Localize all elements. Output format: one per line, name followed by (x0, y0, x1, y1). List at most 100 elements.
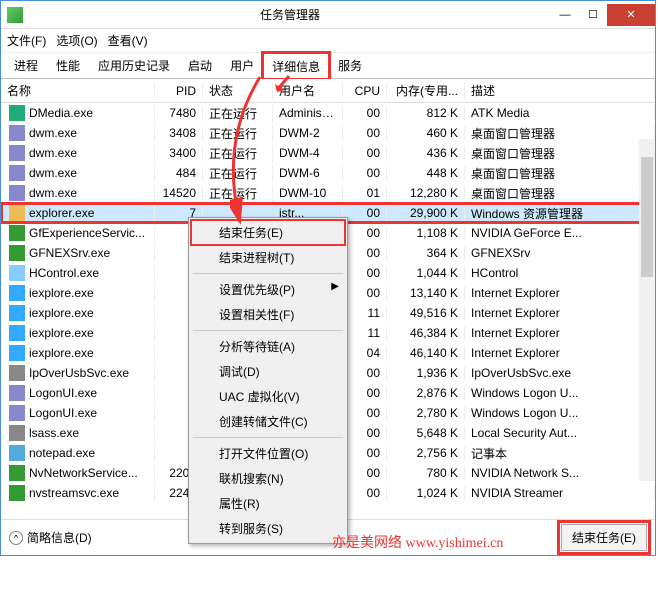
process-mem: 448 K (387, 166, 465, 180)
process-icon (9, 165, 25, 181)
process-icon (9, 345, 25, 361)
process-name: iexplore.exe (29, 286, 94, 300)
menu-view[interactable]: 查看(V) (108, 32, 148, 49)
app-icon (7, 7, 23, 23)
process-row[interactable]: dwm.exe3400正在运行DWM-400436 K桌面窗口管理器 (1, 143, 655, 163)
context-separator (193, 330, 343, 331)
process-desc: Windows Logon U... (465, 406, 655, 420)
process-desc: 记事本 (465, 445, 655, 462)
vertical-scrollbar[interactable] (639, 139, 655, 481)
context-item[interactable]: UAC 虚拟化(V) (191, 384, 345, 409)
window-title: 任务管理器 (29, 6, 551, 23)
end-task-button[interactable]: 结束任务(E) (561, 524, 647, 551)
col-status[interactable]: 状态 (203, 82, 273, 99)
col-pid[interactable]: PID (155, 84, 203, 98)
process-icon (9, 145, 25, 161)
process-mem: 29,900 K (387, 206, 465, 220)
scroll-thumb[interactable] (641, 157, 653, 277)
context-item[interactable]: 结束任务(E) (191, 220, 345, 245)
process-cpu: 00 (343, 166, 387, 180)
context-separator (193, 437, 343, 438)
process-icon (9, 305, 25, 321)
process-icon (9, 245, 25, 261)
menubar: 文件(F) 选项(O) 查看(V) (1, 29, 655, 53)
context-item[interactable]: 设置相关性(F) (191, 302, 345, 327)
close-button[interactable]: ✕ (607, 4, 655, 26)
process-mem: 436 K (387, 146, 465, 160)
context-item[interactable]: 结束进程树(T) (191, 245, 345, 270)
process-name: iexplore.exe (29, 346, 94, 360)
process-icon (9, 365, 25, 381)
process-mem: 46,384 K (387, 326, 465, 340)
tab-用户[interactable]: 用户 (221, 52, 263, 78)
watermark-text: 亦是美网络 www.yishimei.cn (332, 532, 503, 552)
process-row[interactable]: dwm.exe3408正在运行DWM-200460 K桌面窗口管理器 (1, 123, 655, 143)
process-status: 正在运行 (203, 105, 273, 122)
tab-启动[interactable]: 启动 (179, 52, 221, 78)
process-cpu: 00 (343, 246, 387, 260)
tab-性能[interactable]: 性能 (47, 52, 89, 78)
process-row[interactable]: dwm.exe14520正在运行DWM-100112,280 K桌面窗口管理器 (1, 183, 655, 203)
tab-服务[interactable]: 服务 (329, 52, 371, 78)
col-mem[interactable]: 内存(专用... (387, 82, 465, 99)
col-user[interactable]: 用户名 (273, 82, 343, 99)
process-desc: Windows Logon U... (465, 386, 655, 400)
context-item[interactable]: 转到服务(S) (191, 516, 345, 541)
tab-详细信息[interactable]: 详细信息 (263, 53, 329, 79)
col-name[interactable]: 名称 (1, 82, 155, 99)
process-icon (9, 125, 25, 141)
context-item[interactable]: 联机搜索(N) (191, 466, 345, 491)
context-item[interactable]: 打开文件位置(O) (191, 441, 345, 466)
process-icon (9, 465, 25, 481)
tab-应用历史记录[interactable]: 应用历史记录 (89, 52, 179, 78)
process-name: GfExperienceServic... (29, 226, 145, 240)
context-item[interactable]: 设置优先级(P)▶ (191, 277, 345, 302)
process-cpu: 11 (343, 326, 387, 340)
process-row[interactable]: dwm.exe484正在运行DWM-600448 K桌面窗口管理器 (1, 163, 655, 183)
process-desc: Windows 资源管理器 (465, 205, 655, 222)
context-menu: 结束任务(E)结束进程树(T) 设置优先级(P)▶设置相关性(F) 分析等待链(A)… (188, 217, 348, 544)
process-pid: 484 (155, 166, 203, 180)
process-row[interactable]: DMedia.exe7480正在运行Administr...00812 KATK… (1, 103, 655, 123)
context-item[interactable]: 调试(D) (191, 359, 345, 384)
process-mem: 2,876 K (387, 386, 465, 400)
process-mem: 49,516 K (387, 306, 465, 320)
process-name: LogonUI.exe (29, 406, 97, 420)
context-item[interactable]: 创建转储文件(C) (191, 409, 345, 434)
process-icon (9, 325, 25, 341)
process-desc: Internet Explorer (465, 326, 655, 340)
process-desc: Internet Explorer (465, 286, 655, 300)
context-item[interactable]: 分析等待链(A) (191, 334, 345, 359)
process-icon (9, 485, 25, 501)
menu-options[interactable]: 选项(O) (56, 32, 97, 49)
process-cpu: 00 (343, 446, 387, 460)
context-item[interactable]: 属性(R) (191, 491, 345, 516)
titlebar: 任务管理器 — ☐ ✕ (1, 1, 655, 29)
process-name: iexplore.exe (29, 306, 94, 320)
process-mem: 1,936 K (387, 366, 465, 380)
submenu-arrow-icon: ▶ (331, 281, 339, 292)
process-cpu: 00 (343, 126, 387, 140)
maximize-button[interactable]: ☐ (579, 4, 607, 26)
col-cpu[interactable]: CPU (343, 84, 387, 98)
process-mem: 460 K (387, 126, 465, 140)
col-desc[interactable]: 描述 (465, 82, 655, 99)
process-desc: HControl (465, 266, 655, 280)
tab-进程[interactable]: 进程 (5, 52, 47, 78)
process-desc: Internet Explorer (465, 346, 655, 360)
process-user: DWM-10 (273, 186, 343, 200)
process-icon (9, 205, 25, 221)
process-cpu: 00 (343, 386, 387, 400)
process-desc: 桌面窗口管理器 (465, 125, 655, 142)
process-user: DWM-2 (273, 126, 343, 140)
minimize-button[interactable]: — (551, 4, 579, 26)
process-user: DWM-4 (273, 146, 343, 160)
menu-file[interactable]: 文件(F) (7, 32, 46, 49)
process-pid: 3400 (155, 146, 203, 160)
process-name: NvNetworkService... (29, 466, 138, 480)
process-name: LogonUI.exe (29, 386, 97, 400)
fewer-details-toggle[interactable]: ^ 简略信息(D) (9, 529, 92, 546)
process-status: 正在运行 (203, 145, 273, 162)
process-name: dwm.exe (29, 166, 77, 180)
process-pid: 3408 (155, 126, 203, 140)
